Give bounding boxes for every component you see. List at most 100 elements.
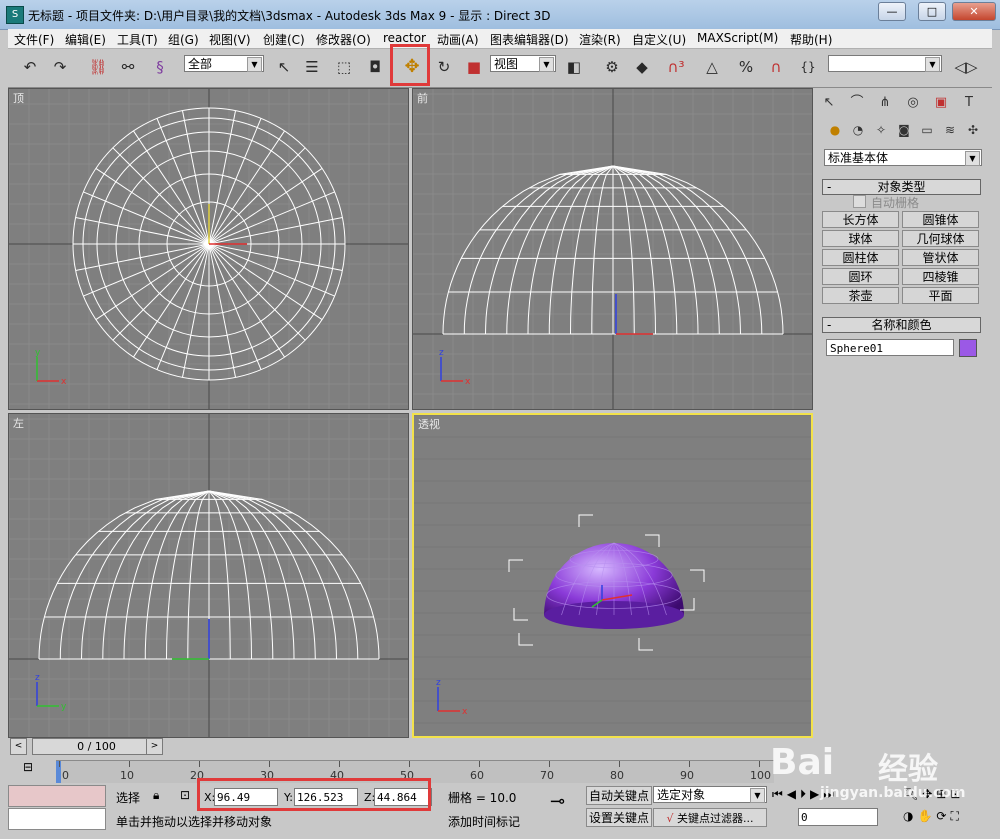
mirror-icon[interactable]: ◁▷ xyxy=(954,54,978,80)
chevron-down-icon: ▼ xyxy=(965,151,980,166)
viewport-nav-icons-2[interactable]: ◑✋⟳⛶ xyxy=(903,809,963,824)
rect-selection-icon[interactable]: ⬚ xyxy=(332,54,356,80)
bounding-bracket xyxy=(513,608,528,621)
viewport-top[interactable]: yx 顶 xyxy=(8,88,409,410)
set-key-button[interactable]: 设置关键点 xyxy=(586,808,652,827)
percent-snap-icon[interactable]: % xyxy=(734,54,758,80)
category-dropdown[interactable]: 标准基本体 ▼ xyxy=(824,149,982,166)
auto-key-button[interactable]: 自动关键点 xyxy=(586,786,652,805)
display-tab-icon[interactable]: ▣ xyxy=(929,92,953,114)
select-by-name-icon[interactable]: ☰ xyxy=(300,54,324,80)
hierarchy-tab-icon[interactable]: ⋔ xyxy=(873,92,897,114)
menu-file[interactable]: 文件(F) xyxy=(14,31,54,48)
pivot-center-icon[interactable]: ◧ xyxy=(562,54,586,80)
geosphere-button[interactable]: 几何球体 xyxy=(902,230,979,247)
menu-modifiers[interactable]: 修改器(O) xyxy=(316,31,371,48)
space-warps-icon[interactable]: ≋ xyxy=(940,120,960,140)
track-bar-icon[interactable]: ⊟ xyxy=(14,760,42,780)
tube-button[interactable]: 管状体 xyxy=(902,249,979,266)
wire-meridian xyxy=(548,165,614,334)
bind-space-warp-icon[interactable]: § xyxy=(148,54,172,80)
grid-size: 栅格 = 10.0 xyxy=(448,791,517,805)
key-filters-button[interactable]: √ 关键点过滤器... xyxy=(653,808,767,827)
lock-icon[interactable]: 🔒︎ xyxy=(153,788,159,803)
motion-tab-icon[interactable]: ◎ xyxy=(901,92,925,114)
key-icon[interactable]: ⊸ xyxy=(550,791,565,812)
manipulate-icon[interactable]: ⚙ xyxy=(600,54,624,80)
time-slider[interactable]: 0 / 100 xyxy=(32,738,161,755)
cameras-icon[interactable]: ◙ xyxy=(894,120,914,140)
menu-maxscript[interactable]: MAXScript(M) xyxy=(697,31,778,45)
select-and-scale-icon[interactable]: ■ xyxy=(462,54,486,80)
torus-button[interactable]: 圆环 xyxy=(822,268,899,285)
viewport-front[interactable]: zx 前 xyxy=(412,88,813,410)
menu-views[interactable]: 视图(V) xyxy=(209,31,251,48)
menu-customize[interactable]: 自定义(U) xyxy=(632,31,686,48)
absolute-mode-icon[interactable]: ⊡ xyxy=(180,788,190,802)
menu-create[interactable]: 创建(C) xyxy=(263,31,305,48)
menu-group[interactable]: 组(G) xyxy=(168,31,199,48)
systems-icon[interactable]: ✣ xyxy=(963,120,983,140)
geometry-icon[interactable]: ● xyxy=(825,120,845,140)
cone-button[interactable]: 圆锥体 xyxy=(902,211,979,228)
add-time-tag[interactable]: 添加时间标记 xyxy=(448,813,520,830)
maxscript-listener-white[interactable] xyxy=(8,808,106,830)
shapes-icon[interactable]: ◔ xyxy=(848,120,868,140)
menu-tools[interactable]: 工具(T) xyxy=(117,31,158,48)
maximize-button[interactable]: □ xyxy=(918,2,946,21)
edit-named-selection-icon[interactable]: {} xyxy=(796,54,820,80)
create-tab-icon[interactable]: ↖ xyxy=(817,92,841,114)
keyboard-shortcut-icon[interactable]: ◆ xyxy=(630,54,654,80)
menu-graph-editors[interactable]: 图表编辑器(D) xyxy=(490,31,569,48)
move-tool-highlight xyxy=(390,44,430,86)
current-frame-input[interactable]: 0 xyxy=(798,808,878,826)
name-color-rollout[interactable]: - 名称和颜色 xyxy=(822,317,981,333)
sphere-button[interactable]: 球体 xyxy=(822,230,899,247)
pyramid-button[interactable]: 四棱锥 xyxy=(902,268,979,285)
helpers-icon[interactable]: ▭ xyxy=(917,120,937,140)
selection-filter-dropdown[interactable]: 全部 ▼ xyxy=(184,55,264,72)
teapot-button[interactable]: 茶壶 xyxy=(822,287,899,304)
angle-snap-icon[interactable]: △ xyxy=(700,54,724,80)
named-selection-dropdown[interactable]: ▼ xyxy=(828,55,942,72)
auto-grid-checkbox[interactable] xyxy=(853,195,866,208)
modify-tab-icon[interactable]: ⌒ xyxy=(845,92,869,114)
object-name-input[interactable]: Sphere01 xyxy=(826,339,954,356)
unlink-icon[interactable]: ⚯ xyxy=(116,54,140,80)
viewport-left[interactable]: zy 左 xyxy=(8,413,409,738)
select-and-rotate-icon[interactable]: ↻ xyxy=(432,54,456,80)
link-icon[interactable]: ⛓ xyxy=(86,54,110,80)
box-button[interactable]: 长方体 xyxy=(822,211,899,228)
undo-icon[interactable]: ↶ xyxy=(18,54,42,80)
viewport-perspective[interactable]: zx 透视 xyxy=(412,413,813,738)
close-button[interactable]: ✕ xyxy=(952,2,996,21)
snap-toggle-icon[interactable]: ∩³ xyxy=(664,54,688,80)
wire-meridian xyxy=(81,490,210,660)
utilities-tab-icon[interactable]: T xyxy=(957,92,981,114)
minimize-button[interactable]: — xyxy=(878,2,906,21)
menu-rendering[interactable]: 渲染(R) xyxy=(579,31,621,48)
title-bar[interactable]: S 无标题 - 项目文件夹: D:\用户目录\我的文档\3dsmax - Aut… xyxy=(0,0,1000,30)
menu-help[interactable]: 帮助(H) xyxy=(790,31,832,48)
menu-edit[interactable]: 编辑(E) xyxy=(65,31,106,48)
menu-animation[interactable]: 动画(A) xyxy=(437,31,479,48)
menu-reactor[interactable]: reactor xyxy=(383,31,426,45)
time-next-icon[interactable]: > xyxy=(146,738,163,755)
lights-icon[interactable]: ✧ xyxy=(871,120,891,140)
redo-icon[interactable]: ↷ xyxy=(48,54,72,80)
window-title: 无标题 - 项目文件夹: D:\用户目录\我的文档\3dsmax - Autod… xyxy=(28,9,551,23)
bounding-bracket xyxy=(690,569,705,582)
time-prev-icon[interactable]: < xyxy=(10,738,27,755)
cylinder-button[interactable]: 圆柱体 xyxy=(822,249,899,266)
spinner-snap-icon[interactable]: ∩ xyxy=(764,54,788,80)
select-object-icon[interactable]: ↖ xyxy=(272,54,296,80)
plane-button[interactable]: 平面 xyxy=(902,287,979,304)
wire-meridian xyxy=(187,490,210,659)
key-mode-dropdown[interactable]: 选定对象 ▼ xyxy=(653,786,767,803)
object-type-rollout[interactable]: - 对象类型 xyxy=(822,179,981,195)
maxscript-listener-pink[interactable] xyxy=(8,785,106,807)
object-color-swatch[interactable] xyxy=(959,339,977,357)
reference-coordinate-dropdown[interactable]: 视图 ▼ xyxy=(490,55,556,72)
track-tick xyxy=(269,761,270,767)
window-crossing-icon[interactable]: ◘ xyxy=(363,54,387,80)
